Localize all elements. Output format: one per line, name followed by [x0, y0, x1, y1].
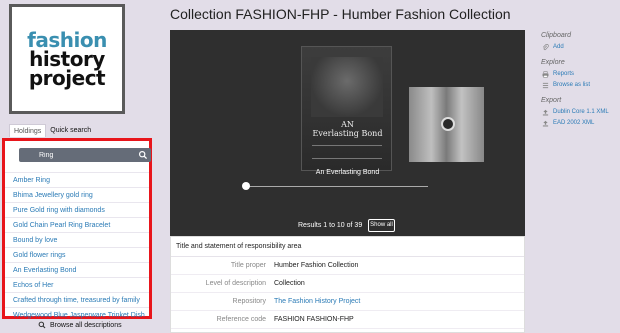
reports-label: Reports — [553, 71, 575, 77]
carousel-slider-handle[interactable] — [242, 182, 250, 190]
carousel-caption: An Everlasting Bond — [315, 169, 380, 176]
field-value: FASHION FASHION-FHP — [274, 316, 354, 323]
thumbnail-ring-detail — [441, 117, 455, 131]
ead-export-link[interactable]: EAD 2002 XML — [542, 119, 619, 127]
results-count: Results 1 to 10 of 39 — [298, 222, 363, 229]
field-row-title-proper: Title proper Humber Fashion Collection — [171, 257, 524, 275]
search-icon — [38, 321, 46, 329]
thumbnail-next-item[interactable] — [409, 87, 484, 162]
context-menu-sidebar: Clipboard Add Explore Reports Browse as … — [541, 32, 619, 130]
result-item[interactable]: Crafted through time, treasured by famil… — [5, 292, 149, 307]
field-value: Humber Fashion Collection — [274, 262, 359, 269]
dublin-core-export-link[interactable]: Dublin Core 1.1 XML — [542, 108, 619, 116]
result-item[interactable]: Wedgewood Blue Jasperware Trinket Dish — [5, 307, 149, 322]
browse-all-label: Browse all descriptions — [50, 321, 122, 329]
logo-text: fashion history project — [12, 7, 122, 111]
holdings-search-panel: Amber Ring Bhima Jewellery gold ring Pur… — [2, 138, 152, 319]
thumbnail-title-line1: AN — [341, 120, 354, 129]
search-box — [19, 148, 151, 162]
repository-link[interactable]: The Fashion History Project — [274, 298, 360, 305]
carousel-slider-track[interactable] — [245, 186, 428, 187]
ead-label: EAD 2002 XML — [553, 120, 595, 126]
area-heading[interactable]: Title and statement of responsibility ar… — [171, 237, 524, 257]
print-icon — [542, 70, 549, 78]
browse-as-list-link[interactable]: Browse as list — [542, 81, 619, 89]
thumbnail-photo — [311, 57, 383, 117]
digital-object-carousel: AN Everlasting Bond An Everlasting Bond … — [170, 30, 525, 236]
tab-holdings[interactable]: Holdings — [9, 124, 47, 137]
logo-word-project: project — [28, 65, 106, 90]
export-heading: Export — [541, 97, 562, 104]
thumbnail-title: AN Everlasting Bond — [304, 120, 391, 138]
clipboard-add-label: Add — [553, 44, 564, 50]
browse-all-descriptions-link[interactable]: Browse all descriptions — [38, 321, 122, 329]
result-item[interactable]: Bound by love — [5, 232, 149, 247]
result-item[interactable]: Gold Chain Pearl Ring Bracelet — [5, 217, 149, 232]
upload-icon — [542, 109, 549, 115]
page-title: Collection FASHION-FHP - Humber Fashion … — [170, 6, 511, 22]
search-tabs: Holdings Quick search — [9, 124, 95, 137]
clipboard-heading: Clipboard — [541, 32, 571, 39]
search-results-list: Amber Ring Bhima Jewellery gold ring Pur… — [5, 172, 149, 322]
field-label: Title proper — [230, 262, 266, 269]
field-row-repository: Repository The Fashion History Project — [171, 293, 524, 311]
thumbnail-fine-print — [312, 145, 382, 159]
result-item[interactable]: Amber Ring — [5, 172, 149, 187]
result-item[interactable]: Pure Gold ring with diamonds — [5, 202, 149, 217]
result-item[interactable]: An Everlasting Bond — [5, 262, 149, 277]
field-label: Reference code — [216, 316, 266, 323]
reports-link[interactable]: Reports — [542, 70, 619, 78]
list-icon — [542, 82, 549, 88]
upload-icon — [542, 120, 549, 126]
dublin-core-label: Dublin Core 1.1 XML — [553, 109, 609, 115]
field-label: Repository — [232, 298, 266, 305]
search-icon[interactable] — [138, 150, 148, 160]
field-row-reference-code: Reference code FASHION FASHION-FHP — [171, 311, 524, 329]
paperclip-icon — [542, 43, 549, 50]
clipboard-add-link[interactable]: Add — [542, 43, 619, 51]
explore-heading: Explore — [541, 59, 565, 66]
title-statement-area: Title and statement of responsibility ar… — [170, 236, 525, 333]
field-row-level-of-description: Level of description Collection — [171, 275, 524, 293]
site-logo[interactable]: fashion history project — [9, 4, 125, 114]
tab-quick-search[interactable]: Quick search — [46, 124, 95, 137]
browse-as-list-label: Browse as list — [553, 82, 591, 88]
search-input[interactable] — [19, 148, 135, 162]
result-item[interactable]: Bhima Jewellery gold ring — [5, 187, 149, 202]
thumbnail-an-everlasting-bond[interactable]: AN Everlasting Bond — [301, 46, 392, 171]
field-value: Collection — [274, 280, 305, 287]
show-all-button[interactable]: Show all — [368, 219, 395, 232]
field-label: Level of description — [205, 280, 266, 287]
result-item[interactable]: Gold flower rings — [5, 247, 149, 262]
thumbnail-title-line2: Everlasting Bond — [312, 129, 383, 138]
result-item[interactable]: Echos of Her — [5, 277, 149, 292]
